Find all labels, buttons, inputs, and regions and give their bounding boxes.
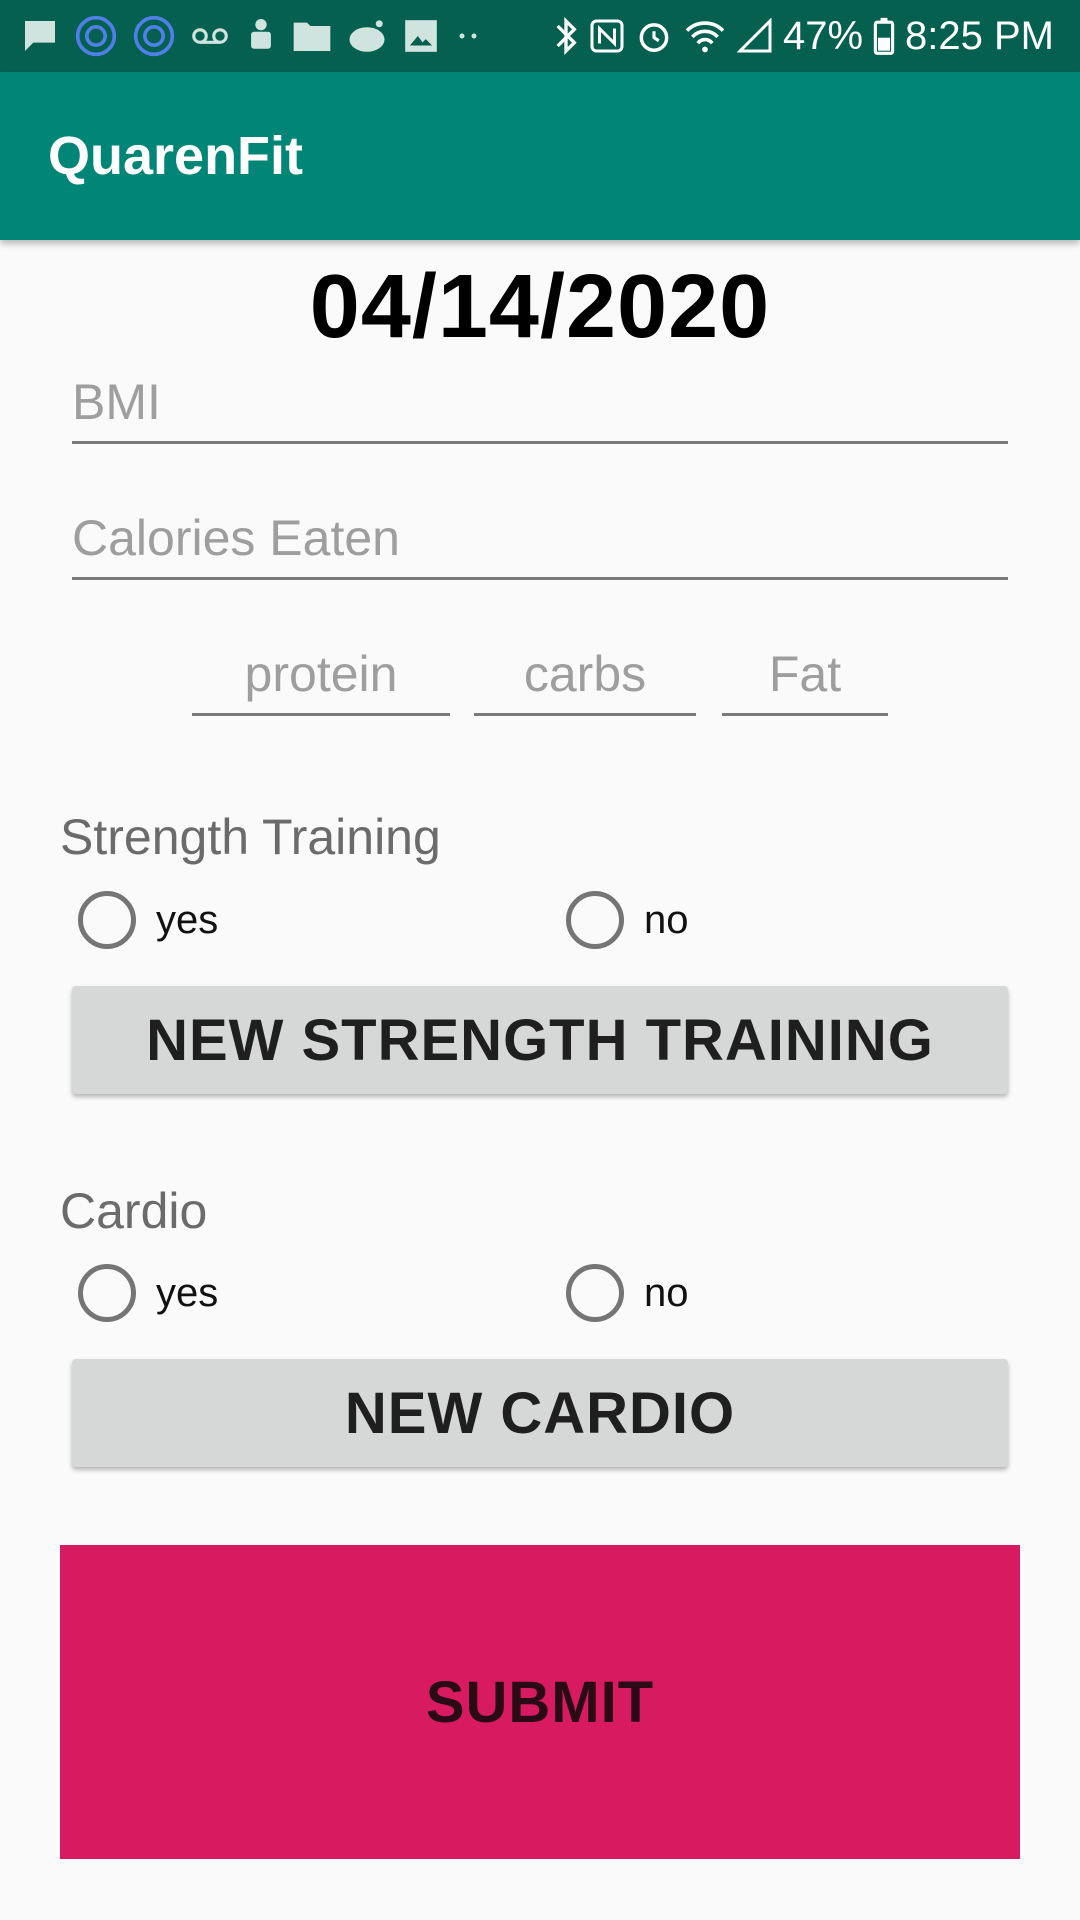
status-bar: 47% 8:25 PM: [0, 0, 1080, 72]
strength-yes-radio[interactable]: yes: [78, 891, 218, 949]
protein-placeholder: protein: [244, 646, 398, 702]
android-icon: [244, 16, 278, 56]
new-strength-training-button[interactable]: NEW STRENGTH TRAINING: [72, 986, 1008, 1094]
radio-label-yes: yes: [156, 897, 219, 942]
fat-input[interactable]: Fat: [722, 636, 888, 716]
reddit-icon: [346, 18, 388, 54]
app-title: QuarenFit: [48, 126, 304, 186]
battery-percent: 47%: [782, 13, 864, 58]
screen: 47% 8:25 PM QuarenFit 04/14/2020 BMI Cal…: [0, 0, 1080, 1920]
radio-circle[interactable]: [566, 891, 624, 949]
radio-label-no: no: [644, 1270, 689, 1315]
at-sign-icon: [132, 14, 176, 58]
bmi-input[interactable]: BMI: [72, 364, 1008, 444]
more-dots-icon: [454, 30, 484, 42]
cardio-yes-radio[interactable]: yes: [78, 1264, 218, 1322]
strength-training-label: Strength Training: [60, 809, 441, 865]
at-sign-icon: [74, 14, 118, 58]
wifi-icon: [683, 18, 727, 54]
app-bar: QuarenFit: [0, 72, 1080, 240]
radio-label-no: no: [644, 897, 689, 942]
clock: 8:25 PM: [905, 13, 1054, 58]
radio-label-yes: yes: [156, 1270, 219, 1315]
strength-no-radio[interactable]: no: [566, 891, 689, 949]
message-icon: [20, 16, 60, 56]
image-icon: [402, 17, 440, 55]
cardio-label: Cardio: [60, 1183, 208, 1239]
voicemail-icon: [190, 24, 230, 48]
carbs-input[interactable]: carbs: [474, 636, 696, 716]
submit-button[interactable]: SUBMIT: [60, 1545, 1020, 1859]
radio-circle[interactable]: [78, 891, 136, 949]
notification-icons: [20, 14, 498, 58]
new-cardio-button[interactable]: NEW CARDIO: [72, 1359, 1008, 1467]
radio-circle[interactable]: [78, 1264, 136, 1322]
carbs-placeholder: carbs: [523, 646, 647, 702]
date-heading: 04/14/2020: [309, 257, 771, 357]
protein-input[interactable]: protein: [192, 636, 450, 716]
battery-icon: [873, 17, 895, 55]
calories-input[interactable]: Calories Eaten: [72, 500, 1008, 580]
nfc-icon: [589, 18, 625, 54]
signal-icon: [736, 18, 773, 54]
alarm-icon: [635, 17, 673, 55]
fat-placeholder: Fat: [768, 646, 842, 702]
bluetooth-icon: [553, 16, 579, 56]
system-icons: 47% 8:25 PM: [543, 14, 1054, 59]
folder-icon: [292, 18, 332, 54]
radio-circle[interactable]: [566, 1264, 624, 1322]
calories-placeholder: Calories Eaten: [72, 510, 400, 566]
cardio-no-radio[interactable]: no: [566, 1264, 689, 1322]
bmi-placeholder: BMI: [72, 374, 161, 430]
